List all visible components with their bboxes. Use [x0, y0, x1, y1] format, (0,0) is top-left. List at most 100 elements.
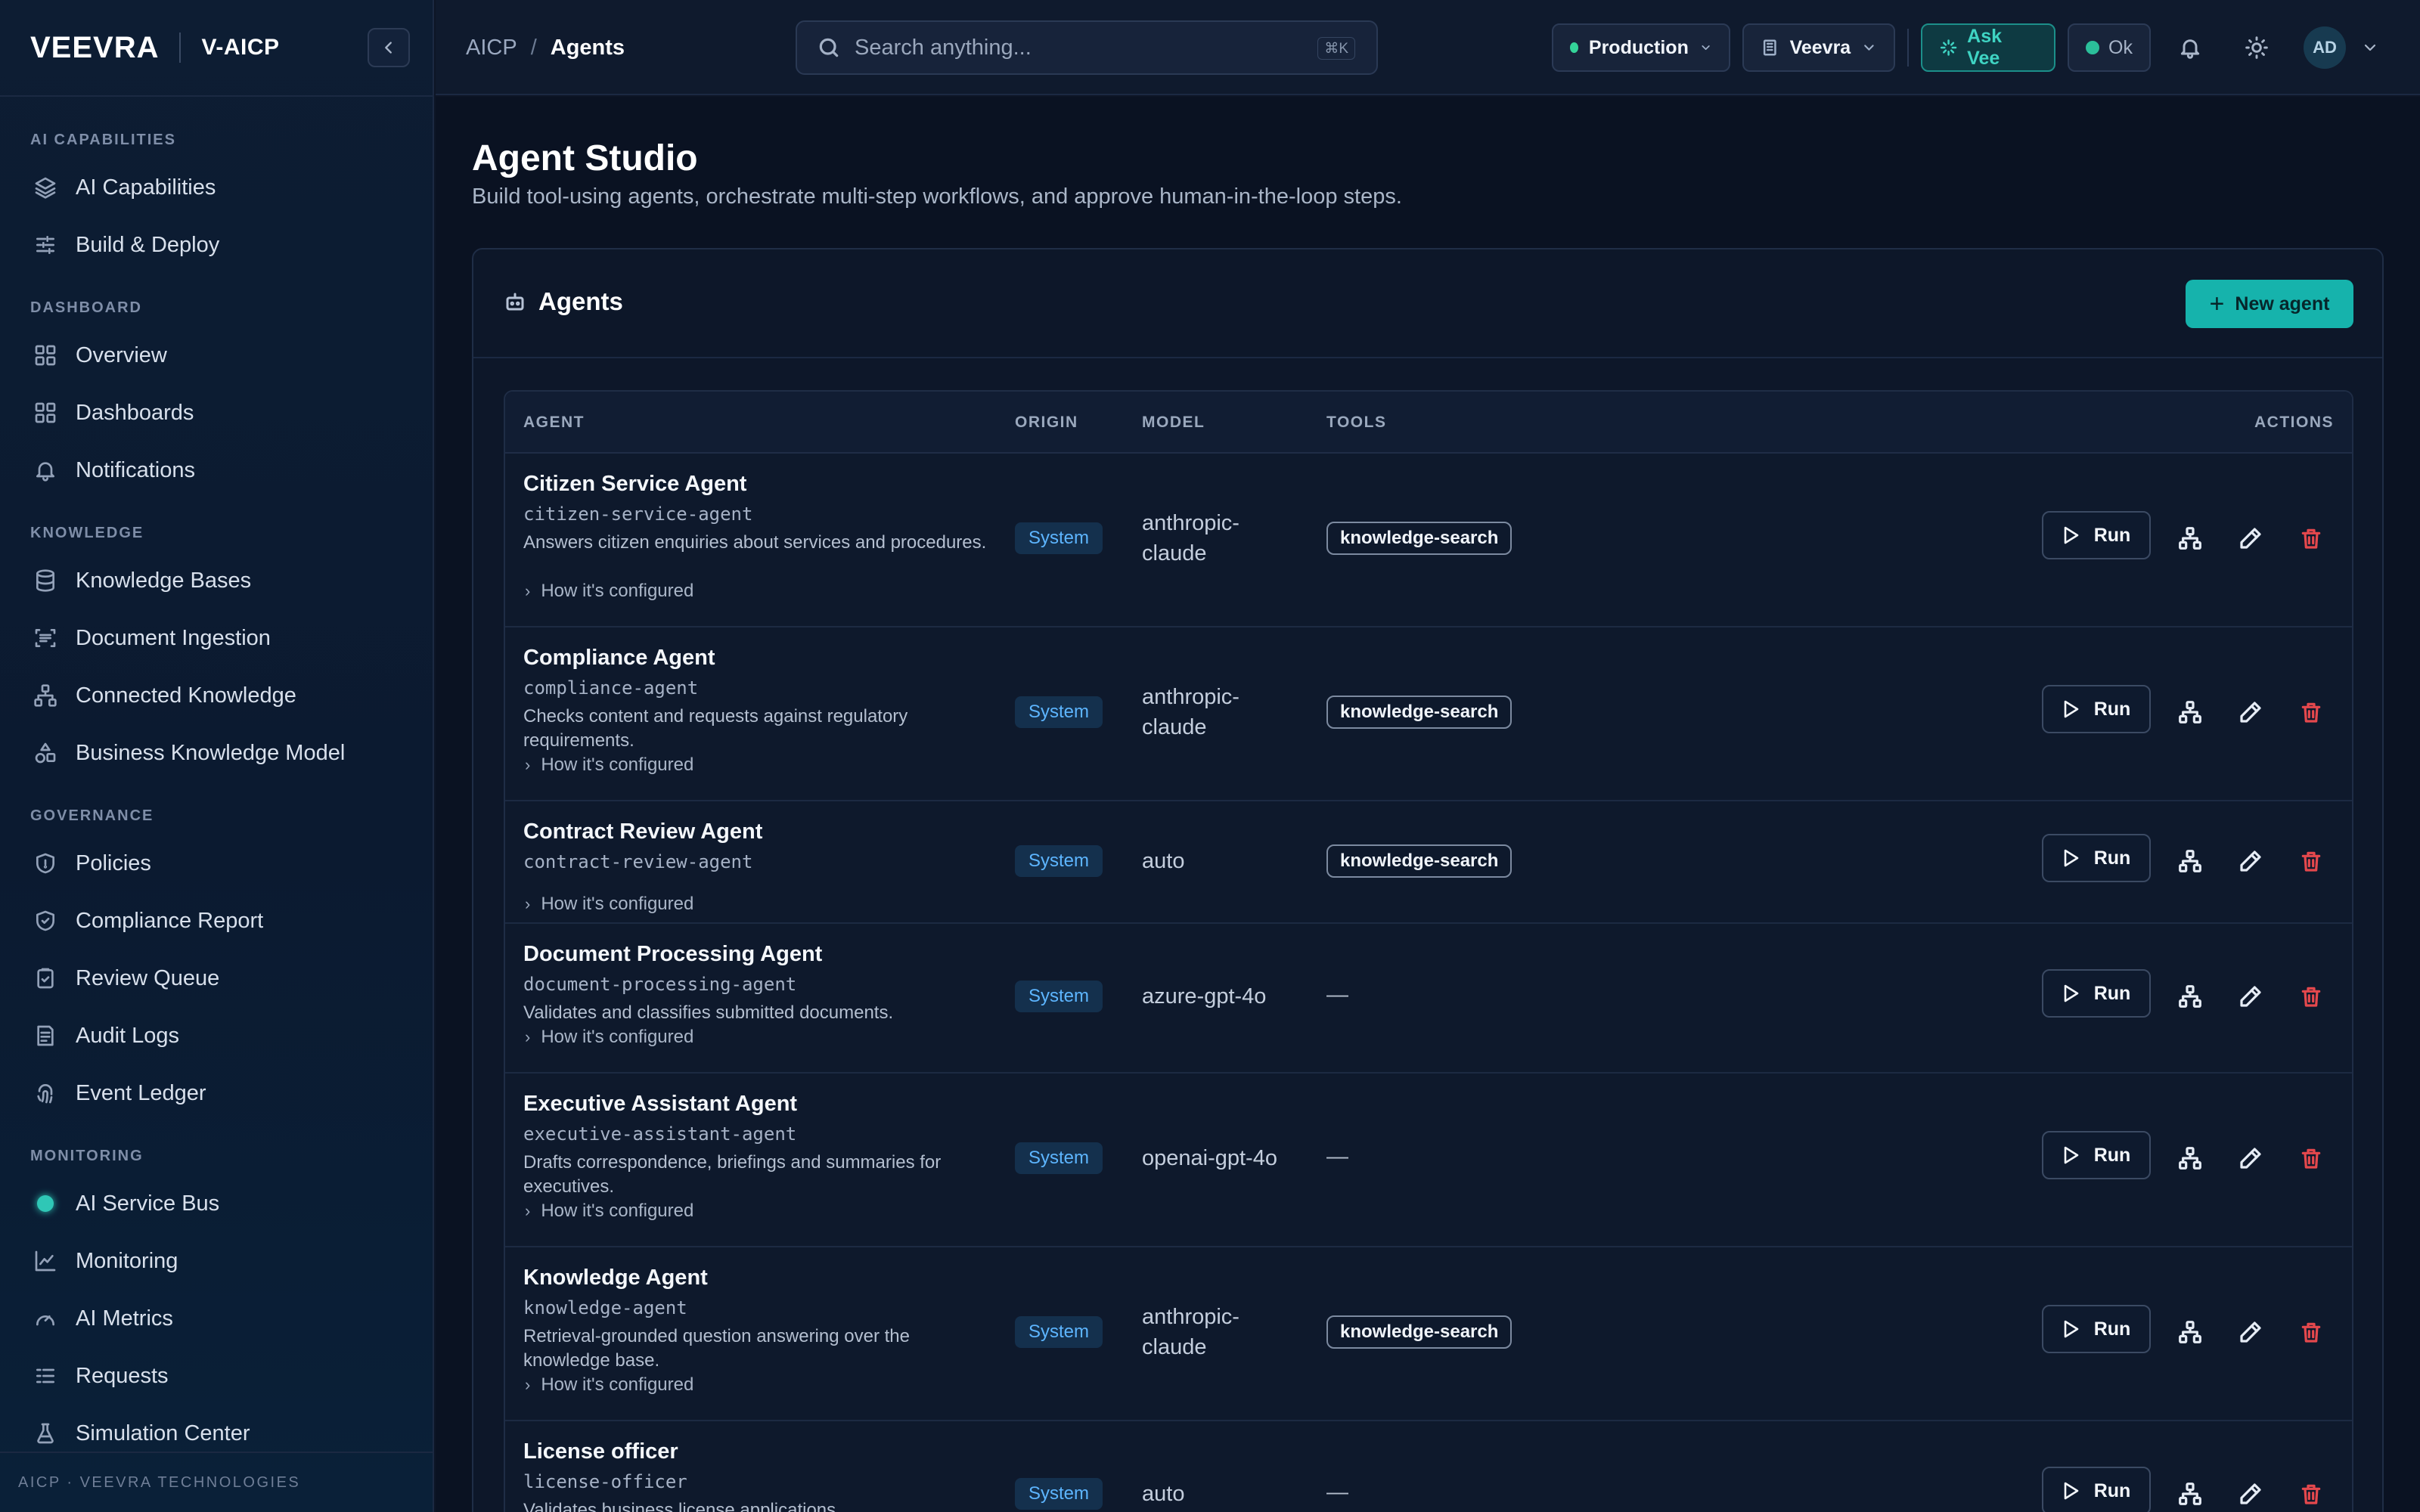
notifications-button[interactable] [2175, 33, 2205, 63]
sidebar-item-label: Policies [76, 850, 151, 875]
breadcrumb-root[interactable]: AICP [466, 36, 517, 60]
sidebar-item-requests[interactable]: Requests [0, 1347, 434, 1405]
sidebar-item-ai-service-bus[interactable]: AI Service Bus [0, 1175, 434, 1232]
sidebar-item-audit-logs[interactable]: Audit Logs [0, 1007, 434, 1064]
shapes-icon [32, 739, 59, 767]
agent-name[interactable]: Citizen Service Agent [523, 472, 746, 497]
sidebar-item-dashboards[interactable]: Dashboards [0, 384, 434, 442]
how-configured-toggle[interactable]: › How it's configured [525, 894, 693, 915]
how-configured-toggle[interactable]: › How it's configured [525, 754, 693, 776]
sidebar-item-knowledge-bases[interactable]: Knowledge Bases [0, 552, 434, 609]
column-header-origin[interactable]: ORIGIN [1015, 414, 1078, 432]
building-icon [1763, 39, 1776, 56]
edit-agent-button[interactable] [2235, 1143, 2266, 1173]
workflow-button[interactable] [2175, 697, 2205, 727]
how-configured-label: How it's configured [541, 894, 694, 914]
ask-vee-button[interactable]: Ask Vee [1921, 23, 2055, 72]
edit-agent-button[interactable] [2235, 981, 2266, 1012]
delete-agent-button[interactable] [2296, 981, 2326, 1012]
user-menu-button[interactable] [2355, 33, 2385, 63]
sidebar-item-business-knowledge-model[interactable]: Business Knowledge Model [0, 724, 434, 782]
status-label: Ok [2108, 36, 2133, 58]
how-configured-toggle[interactable]: › How it's configured [525, 1374, 693, 1396]
run-agent-button[interactable]: Run [2042, 685, 2151, 733]
search-shortcut: ⌘K [1317, 37, 1355, 60]
delete-agent-button[interactable] [2296, 1143, 2326, 1173]
workflow-button[interactable] [2175, 1479, 2205, 1509]
sidebar-item-policies[interactable]: Policies [0, 835, 434, 892]
theme-toggle-button[interactable] [2242, 33, 2272, 63]
nav-section-governance: GOVERNANCE [30, 807, 154, 824]
sidebar-item-event-ledger[interactable]: Event Ledger [0, 1064, 434, 1122]
column-header-model[interactable]: MODEL [1142, 414, 1205, 432]
how-configured-toggle[interactable]: › How it's configured [525, 1201, 693, 1222]
agent-name[interactable]: Compliance Agent [523, 646, 715, 671]
sidebar-item-connected-knowledge[interactable]: Connected Knowledge [0, 667, 434, 724]
new-agent-button[interactable]: + New agent [2186, 280, 2353, 328]
workflow-button[interactable] [2175, 1317, 2205, 1347]
agent-name[interactable]: Executive Assistant Agent [523, 1092, 797, 1117]
search-box[interactable]: ⌘K [796, 20, 1378, 75]
delete-agent-button[interactable] [2296, 1317, 2326, 1347]
column-header-agent[interactable]: AGENT [523, 414, 585, 432]
delete-agent-button[interactable] [2296, 697, 2326, 727]
agent-name[interactable]: Document Processing Agent [523, 942, 822, 967]
sidebar-item-notifications[interactable]: Notifications [0, 442, 434, 499]
run-agent-button[interactable]: Run [2042, 1467, 2151, 1512]
system-status-badge[interactable]: Ok [2068, 23, 2151, 72]
sidebar-item-overview[interactable]: Overview [0, 327, 434, 384]
collapse-sidebar-button[interactable] [368, 28, 410, 67]
edit-agent-button[interactable] [2235, 846, 2266, 876]
agents-card-title: Agents [504, 287, 623, 316]
run-agent-button[interactable]: Run [2042, 834, 2151, 882]
origin-badge: System [1015, 981, 1103, 1012]
edit-agent-button[interactable] [2235, 1317, 2266, 1347]
workflow-button[interactable] [2175, 981, 2205, 1012]
column-header-tools[interactable]: TOOLS [1326, 414, 1386, 432]
sidebar-item-monitoring[interactable]: Monitoring [0, 1232, 434, 1290]
agent-name[interactable]: Contract Review Agent [523, 820, 762, 844]
agent-name[interactable]: Knowledge Agent [523, 1266, 708, 1290]
delete-agent-button[interactable] [2296, 846, 2326, 876]
table-row: Knowledge Agent knowledge-agent Retrieval-… [505, 1247, 2352, 1421]
sidebar-item-label: Audit Logs [76, 1023, 180, 1048]
nav-section-ai-capabilities: AI CAPABILITIES [30, 132, 176, 148]
sidebar-item-ai-metrics[interactable]: AI Metrics [0, 1290, 434, 1347]
sidebar-item-build-deploy[interactable]: Build & Deploy [0, 216, 434, 274]
environment-selector[interactable]: Production [1552, 23, 1730, 72]
workflow-icon [2179, 985, 2201, 1008]
agents-card-title-text: Agents [538, 287, 623, 315]
sidebar-item-label: Overview [76, 342, 167, 367]
search-input[interactable] [855, 35, 1293, 60]
delete-agent-button[interactable] [2296, 523, 2326, 553]
how-configured-toggle[interactable]: › How it's configured [525, 581, 693, 602]
run-agent-button[interactable]: Run [2042, 1305, 2151, 1353]
sidebar-item-compliance-report[interactable]: Compliance Report [0, 892, 434, 950]
edit-agent-button[interactable] [2235, 697, 2266, 727]
avatar[interactable]: AD [2304, 26, 2346, 69]
brand-logo[interactable]: VEEVRA [30, 31, 160, 65]
agent-model: azure-gpt-4o [1142, 984, 1267, 1009]
run-agent-button[interactable]: Run [2042, 511, 2151, 559]
layers-icon [32, 174, 59, 201]
workflow-button[interactable] [2175, 523, 2205, 553]
how-configured-toggle[interactable]: › How it's configured [525, 1027, 693, 1048]
agent-name[interactable]: License officer [523, 1439, 678, 1464]
delete-agent-button[interactable] [2296, 1479, 2326, 1509]
workflow-button[interactable] [2175, 1143, 2205, 1173]
run-agent-button[interactable]: Run [2042, 1131, 2151, 1179]
sidebar-item-ai-capabilities[interactable]: AI Capabilities [0, 159, 434, 216]
play-icon [2064, 849, 2078, 867]
workflow-button[interactable] [2175, 846, 2205, 876]
edit-agent-button[interactable] [2235, 1479, 2266, 1509]
chevron-right-icon: › [525, 1375, 531, 1394]
edit-agent-button[interactable] [2235, 523, 2266, 553]
sidebar-item-review-queue[interactable]: Review Queue [0, 950, 434, 1007]
play-icon [2064, 526, 2078, 544]
run-agent-button[interactable]: Run [2042, 969, 2151, 1018]
run-label: Run [2093, 1144, 2131, 1166]
tool-chip: knowledge-search [1326, 1315, 1512, 1349]
sidebar-item-document-ingestion[interactable]: Document Ingestion [0, 609, 434, 667]
tenant-selector[interactable]: Veevra [1742, 23, 1895, 72]
how-configured-label: How it's configured [541, 581, 694, 601]
